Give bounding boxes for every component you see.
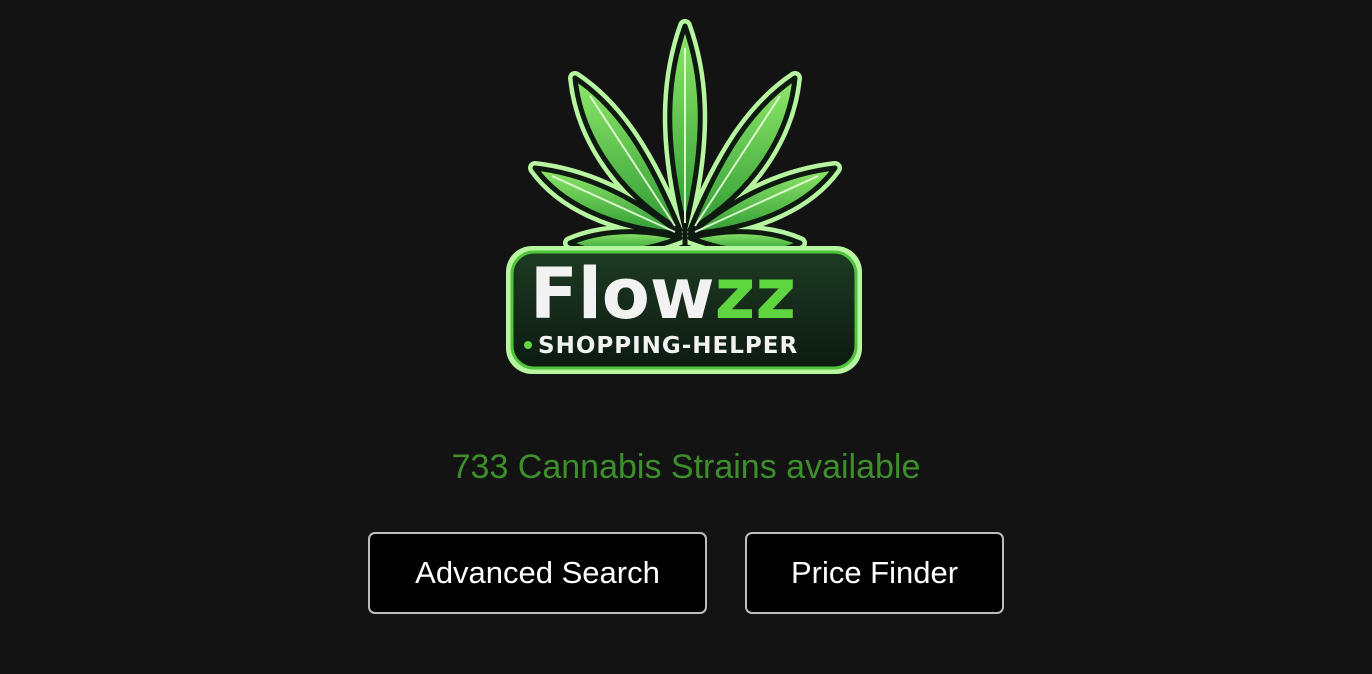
svg-text:Flowzz: Flowzz <box>530 253 796 335</box>
logo-brand-green: zz <box>715 253 796 335</box>
logo-tagline: SHOPPING-HELPER <box>538 333 798 359</box>
cannabis-leaf-icon <box>528 19 842 259</box>
logo-brand-white: Flow <box>530 253 715 335</box>
price-finder-button[interactable]: Price Finder <box>745 532 1004 614</box>
strain-count-text: 733 Cannabis Strains available <box>451 448 921 486</box>
tagline-dot-icon <box>524 341 532 349</box>
flowzz-logo: Flowzz SHOPPING-HELPER <box>500 18 870 382</box>
advanced-search-button[interactable]: Advanced Search <box>368 532 707 614</box>
